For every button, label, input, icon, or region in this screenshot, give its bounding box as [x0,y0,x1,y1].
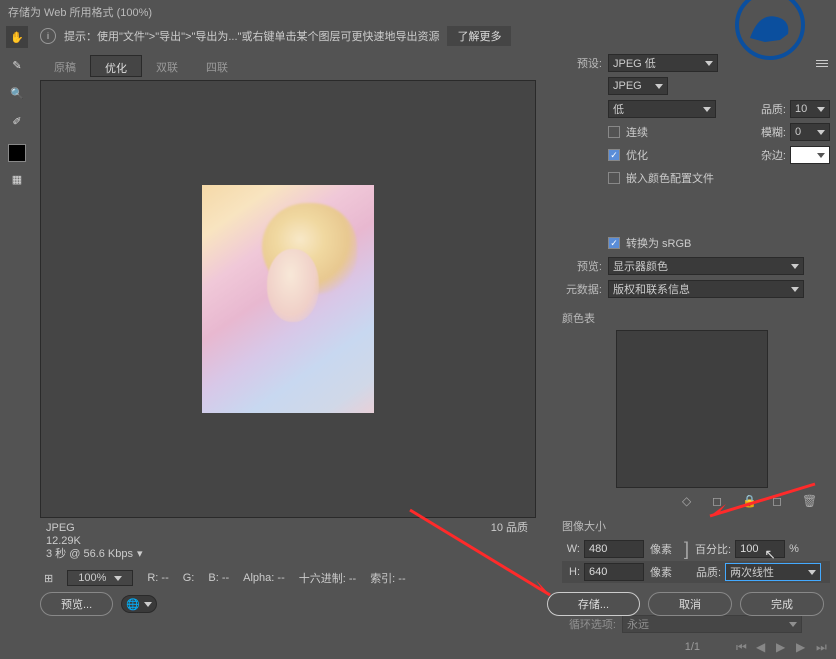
progressive-checkbox[interactable] [608,126,620,138]
ct-diamond-icon[interactable]: ◇ [682,494,696,508]
anim-play-icon: ▶ [776,640,790,654]
zoom-status-row: ⊞ 100% R: -- G: B: -- Alpha: -- 十六进制: --… [40,567,536,589]
metadata-label: 元数据: [562,281,602,297]
done-button[interactable]: 完成 [740,592,824,616]
percent-label: 百分比: [695,541,731,557]
colortable-label: 颜色表 [562,310,830,326]
eyedropper-tool-icon[interactable]: ✐ [6,110,28,132]
info-time: 3 秒 @ 56.6 Kbps [46,548,133,560]
preview-canvas[interactable] [40,80,536,518]
ct-trash-icon[interactable]: 🗑 [802,494,816,508]
optimized-label: 优化 [626,147,648,163]
loop-label: 循环选项: [562,616,616,632]
color-hex: 十六进制: -- [299,570,356,586]
resample-select[interactable]: 两次线性 [725,563,821,581]
right-settings-panel: 预设: JPEG 低 JPEG 低 品质: 10 连续 模糊: 0 ✓ 优化 杂… [562,52,830,659]
preview-select[interactable]: 显示器颜色 [608,257,804,275]
preview-button[interactable]: 预览... [40,592,113,616]
hint-bar: i 提示：使用"文件">"导出">"导出为..."或右键单击某个图层可更快速地导… [34,25,836,47]
zoom-select[interactable]: 100% [67,570,133,586]
ct-lock-icon[interactable]: 🔒 [742,494,756,508]
tab-original[interactable]: 原稿 [40,55,90,77]
slice-visibility-icon[interactable]: ▦ [6,168,28,190]
quality-number[interactable]: 10 [790,100,830,118]
color-g: G: [183,572,195,584]
grid-icon[interactable]: ⊞ [44,572,53,585]
anim-last-icon: ⏭ [816,640,830,654]
preset-select[interactable]: JPEG 低 [608,54,718,72]
progressive-label: 连续 [626,124,648,140]
hand-tool-icon[interactable]: ✋ [6,26,28,48]
optimized-checkbox[interactable]: ✓ [608,149,620,161]
anim-first-icon: ⏮ [736,640,750,654]
format-select[interactable]: JPEG [608,77,668,95]
bottom-button-row: 预览... 🌐 存储... 取消 完成 [34,590,830,618]
image-info: JPEG 12.29K 3 秒 @ 56.6 Kbps▾ 10 品质 [40,520,536,560]
color-r: R: -- [147,572,168,584]
preset-label: 预设: [562,55,602,71]
matte-label: 杂边: [761,147,786,163]
convert-srgb-label: 转换为 sRGB [626,235,691,251]
preview-image [202,185,374,413]
color-table[interactable] [616,330,768,488]
embed-profile-label: 嵌入颜色配置文件 [626,170,714,186]
link-icon[interactable]: ] [684,539,689,560]
ct-new-icon[interactable]: ◻ [772,494,786,508]
view-tabs: 原稿 优化 双联 四联 [40,55,242,77]
blur-value[interactable]: 0 [790,123,830,141]
width-input[interactable] [584,540,644,558]
tab-two-up[interactable]: 双联 [142,55,192,77]
browser-select[interactable]: 🌐 [121,595,157,613]
info-format: JPEG [46,522,530,535]
ct-shift-icon[interactable]: ◻ [712,494,726,508]
zoom-tool-icon[interactable]: 🔍 [6,82,28,104]
color-swatch[interactable] [8,144,26,162]
color-index: 索引: -- [370,570,405,586]
left-tool-strip: ✋ ✎ 🔍 ✐ ▦ [0,22,34,582]
height-label: H: [562,566,580,578]
percent-input[interactable] [735,540,785,558]
quality-level-select[interactable]: 低 [608,100,716,118]
window-titlebar: 存储为 Web 所用格式 (100%) [0,0,836,22]
preview-label: 预览: [562,258,602,274]
info-size: 12.29K [46,535,530,548]
anim-prev-icon: ◀ [756,640,770,654]
slice-tool-icon[interactable]: ✎ [6,54,28,76]
save-button[interactable]: 存储... [547,592,640,616]
imagesize-label: 图像大小 [562,518,830,534]
cancel-button[interactable]: 取消 [648,592,732,616]
info-icon: i [40,28,56,44]
tab-four-up[interactable]: 四联 [192,55,242,77]
hint-text: 提示：使用"文件">"导出">"导出为..."或右键单击某个图层可更快速地导出资… [64,28,439,44]
color-b: B: -- [208,572,229,584]
preset-menu-icon[interactable] [814,55,830,71]
width-label: W: [562,543,580,555]
anim-next-icon: ▶ [796,640,810,654]
color-alpha: Alpha: -- [243,572,285,584]
width-unit: 像素 [650,541,672,557]
height-input[interactable] [584,563,644,581]
matte-color[interactable] [790,146,830,164]
height-unit: 像素 [650,564,672,580]
percent-unit: % [789,543,799,555]
learn-more-button[interactable]: 了解更多 [447,26,511,46]
info-quality: 10 品质 [491,522,528,535]
quality-label: 品质: [761,101,786,117]
convert-srgb-checkbox[interactable]: ✓ [608,237,620,249]
embed-profile-checkbox[interactable] [608,172,620,184]
blur-label: 模糊: [761,124,786,140]
tab-optimized[interactable]: 优化 [90,55,142,77]
resample-label: 品质: [696,564,721,580]
anim-frame: 1/1 [685,641,700,653]
metadata-select[interactable]: 版权和联系信息 [608,280,804,298]
